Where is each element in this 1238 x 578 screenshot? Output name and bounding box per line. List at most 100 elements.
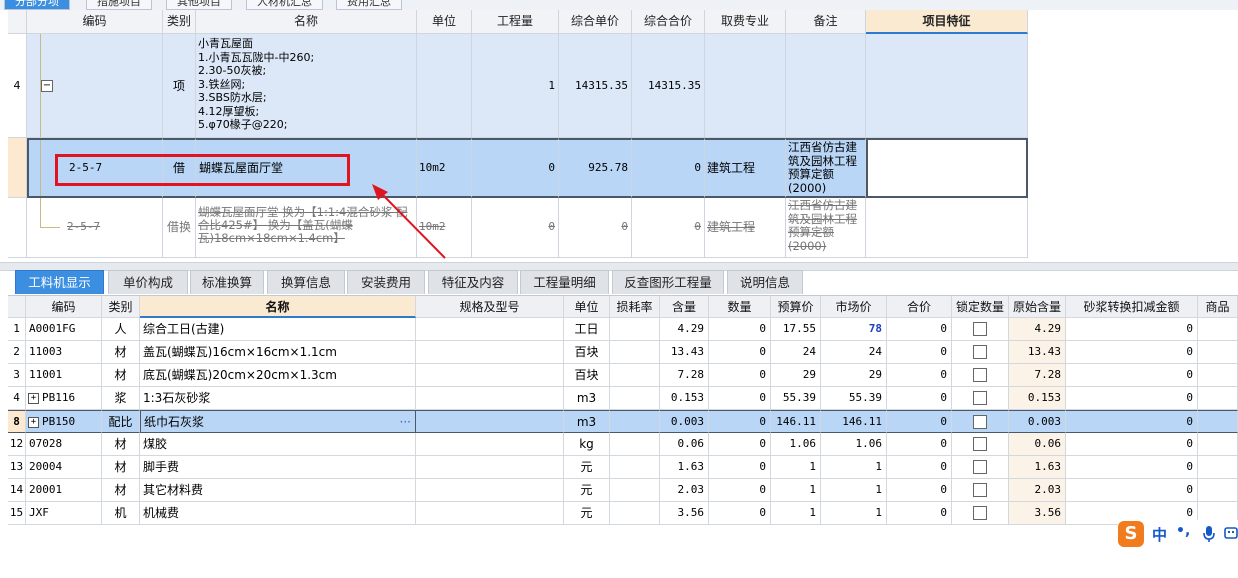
mortar-deduction-header[interactable]: 砂浆转换扣减金额	[1066, 296, 1198, 318]
lock-quantity-cell[interactable]	[952, 456, 1009, 479]
ime-toolbar[interactable]: S 中 •,	[1118, 520, 1238, 548]
name-cell[interactable]: 底瓦(蝴蝶瓦)20cm×20cm×1.3cm	[140, 364, 416, 387]
spec-cell[interactable]	[416, 387, 564, 410]
lock-checkbox[interactable]	[973, 390, 987, 405]
code-cell[interactable]: 20001	[26, 479, 102, 502]
type-cell[interactable]: 材	[102, 364, 140, 387]
expand-toggle-icon[interactable]: +	[28, 392, 39, 404]
feature-cell[interactable]	[866, 138, 1028, 198]
lock-quantity-cell[interactable]	[952, 364, 1009, 387]
tab-quantity-detail[interactable]: 工程量明细	[520, 270, 609, 294]
content-header[interactable]: 含量	[660, 296, 709, 318]
tab-cost-summary[interactable]: 费用汇总	[336, 0, 402, 10]
code-cell[interactable]: 07028	[26, 433, 102, 456]
code-header[interactable]: 编码	[26, 296, 102, 318]
feature-cell[interactable]	[866, 198, 1028, 258]
loss-rate-header[interactable]: 损耗率	[610, 296, 660, 318]
amount-header[interactable]: 数量	[709, 296, 771, 318]
market-price-cell[interactable]: 1.06	[821, 433, 887, 456]
unit-price-header[interactable]: 综合单价	[559, 10, 632, 34]
type-cell[interactable]: 材	[102, 433, 140, 456]
loss-rate-cell[interactable]	[610, 341, 660, 364]
lock-quantity-cell[interactable]	[952, 387, 1009, 410]
quantity-header[interactable]: 工程量	[472, 10, 559, 34]
spec-cell[interactable]	[416, 502, 564, 525]
loss-rate-cell[interactable]	[610, 410, 660, 433]
amount-cell[interactable]: 0	[709, 410, 771, 433]
code-cell[interactable]: −	[27, 34, 163, 138]
ime-punctuation-toggle[interactable]: •,	[1176, 523, 1190, 539]
loss-rate-cell[interactable]	[610, 502, 660, 525]
amount-cell[interactable]: 0	[709, 387, 771, 410]
type-cell[interactable]: 人	[102, 318, 140, 341]
market-price-cell[interactable]: 1	[821, 502, 887, 525]
code-cell[interactable]: + PB150	[26, 410, 102, 433]
lock-checkbox[interactable]	[973, 459, 987, 474]
keyboard-icon[interactable]	[1224, 526, 1238, 540]
type-cell[interactable]: 配比	[102, 410, 140, 433]
spec-cell[interactable]	[416, 410, 564, 433]
more-options-button[interactable]: ···	[400, 411, 411, 432]
name-cell[interactable]: 其它材料费	[140, 479, 416, 502]
microphone-icon[interactable]	[1202, 525, 1216, 543]
market-price-cell[interactable]: 1	[821, 479, 887, 502]
name-header[interactable]: 名称	[140, 296, 416, 318]
type-cell[interactable]: 浆	[102, 387, 140, 410]
lock-checkbox[interactable]	[973, 367, 987, 382]
name-cell[interactable]: 机械费	[140, 502, 416, 525]
tab-features-content[interactable]: 特征及内容	[428, 270, 518, 294]
tab-unit-price-composition[interactable]: 单价构成	[108, 270, 188, 294]
remark-cell[interactable]: 江西省仿古建筑及园林工程预算定额(2000)	[786, 138, 866, 198]
name-header[interactable]: 名称	[196, 10, 417, 34]
loss-rate-cell[interactable]	[610, 456, 660, 479]
lock-quantity-cell[interactable]	[952, 410, 1009, 433]
content-cell[interactable]: 2.03	[660, 479, 709, 502]
type-cell[interactable]: 机	[102, 502, 140, 525]
original-content-header[interactable]: 原始含量	[1009, 296, 1066, 318]
feature-cell[interactable]	[866, 34, 1028, 138]
code-cell[interactable]: 11001	[26, 364, 102, 387]
lock-quantity-cell[interactable]	[952, 479, 1009, 502]
market-price-cell[interactable]: 24	[821, 341, 887, 364]
discipline-cell[interactable]: 建筑工程	[705, 198, 786, 258]
amount-cell[interactable]: 0	[709, 433, 771, 456]
market-price-cell[interactable]: 1	[821, 456, 887, 479]
content-cell[interactable]: 13.43	[660, 341, 709, 364]
code-cell[interactable]: 2-5-7	[27, 198, 163, 258]
market-price-cell[interactable]: 29	[821, 364, 887, 387]
quantity-cell[interactable]: 0	[472, 138, 559, 198]
type-cell[interactable]: 材	[102, 479, 140, 502]
spec-cell[interactable]	[416, 433, 564, 456]
spec-cell[interactable]	[416, 364, 564, 387]
content-cell[interactable]: 1.63	[660, 456, 709, 479]
lock-checkbox[interactable]	[973, 344, 987, 359]
remark-cell[interactable]	[786, 34, 866, 138]
spec-cell[interactable]	[416, 479, 564, 502]
name-cell[interactable]: 脚手费	[140, 456, 416, 479]
loss-rate-cell[interactable]	[610, 479, 660, 502]
amount-cell[interactable]: 0	[709, 502, 771, 525]
tab-standard-conversion[interactable]: 标准换算	[190, 270, 264, 294]
code-cell[interactable]: 20004	[26, 456, 102, 479]
content-cell[interactable]: 0.003	[660, 410, 709, 433]
collapse-toggle-icon[interactable]: −	[41, 80, 53, 92]
discipline-cell[interactable]	[705, 34, 786, 138]
sogou-logo[interactable]: S	[1118, 521, 1144, 547]
discipline-cell[interactable]: 建筑工程	[705, 138, 786, 198]
content-cell[interactable]: 4.29	[660, 318, 709, 341]
feature-header[interactable]: 项目特征	[866, 10, 1028, 34]
code-cell[interactable]: + PB116	[26, 387, 102, 410]
name-cell[interactable]: 盖瓦(蝴蝶瓦)16cm×16cm×1.1cm	[140, 341, 416, 364]
name-cell[interactable]: 小青瓦屋面 1.小青瓦瓦陇中-中260; 2.30-50灰被; 3.铁丝网; 3…	[196, 34, 417, 138]
amount-cell[interactable]: 0	[709, 341, 771, 364]
amount-cell[interactable]: 0	[709, 456, 771, 479]
loss-rate-cell[interactable]	[610, 364, 660, 387]
type-cell[interactable]: 材	[102, 456, 140, 479]
unit-header[interactable]: 单位	[564, 296, 610, 318]
lock-checkbox[interactable]	[973, 505, 987, 520]
total-price-header[interactable]: 综合合价	[632, 10, 705, 34]
name-cell[interactable]: 纸巾石灰浆 ···	[140, 410, 416, 433]
lock-checkbox[interactable]	[973, 436, 987, 451]
lock-checkbox[interactable]	[973, 482, 987, 497]
sum-header[interactable]: 合价	[887, 296, 952, 318]
